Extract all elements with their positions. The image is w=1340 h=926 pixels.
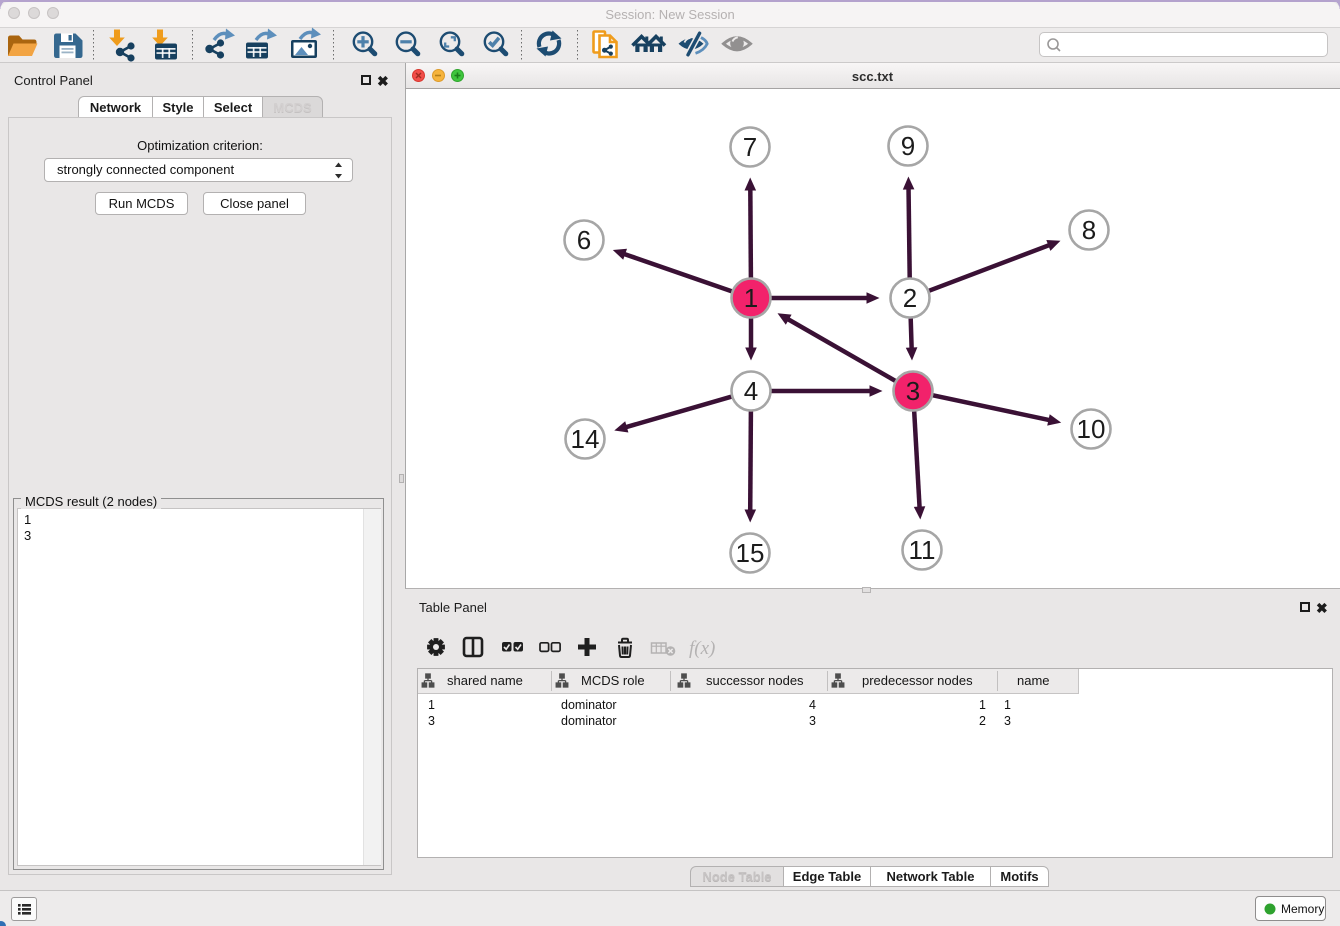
svg-text:7: 7: [743, 132, 757, 162]
svg-text:3: 3: [906, 376, 920, 406]
svg-text:11: 11: [909, 535, 936, 565]
svg-text:f(x): f(x): [689, 638, 715, 659]
svg-text:2: 2: [903, 283, 917, 313]
svg-text:14: 14: [571, 424, 600, 454]
svg-text:15: 15: [736, 538, 765, 568]
svg-text:6: 6: [577, 225, 591, 255]
svg-text:8: 8: [1082, 215, 1096, 245]
svg-text:10: 10: [1077, 414, 1106, 444]
svg-text:9: 9: [901, 131, 915, 161]
svg-text:1: 1: [744, 283, 758, 313]
svg-text:4: 4: [744, 376, 758, 406]
